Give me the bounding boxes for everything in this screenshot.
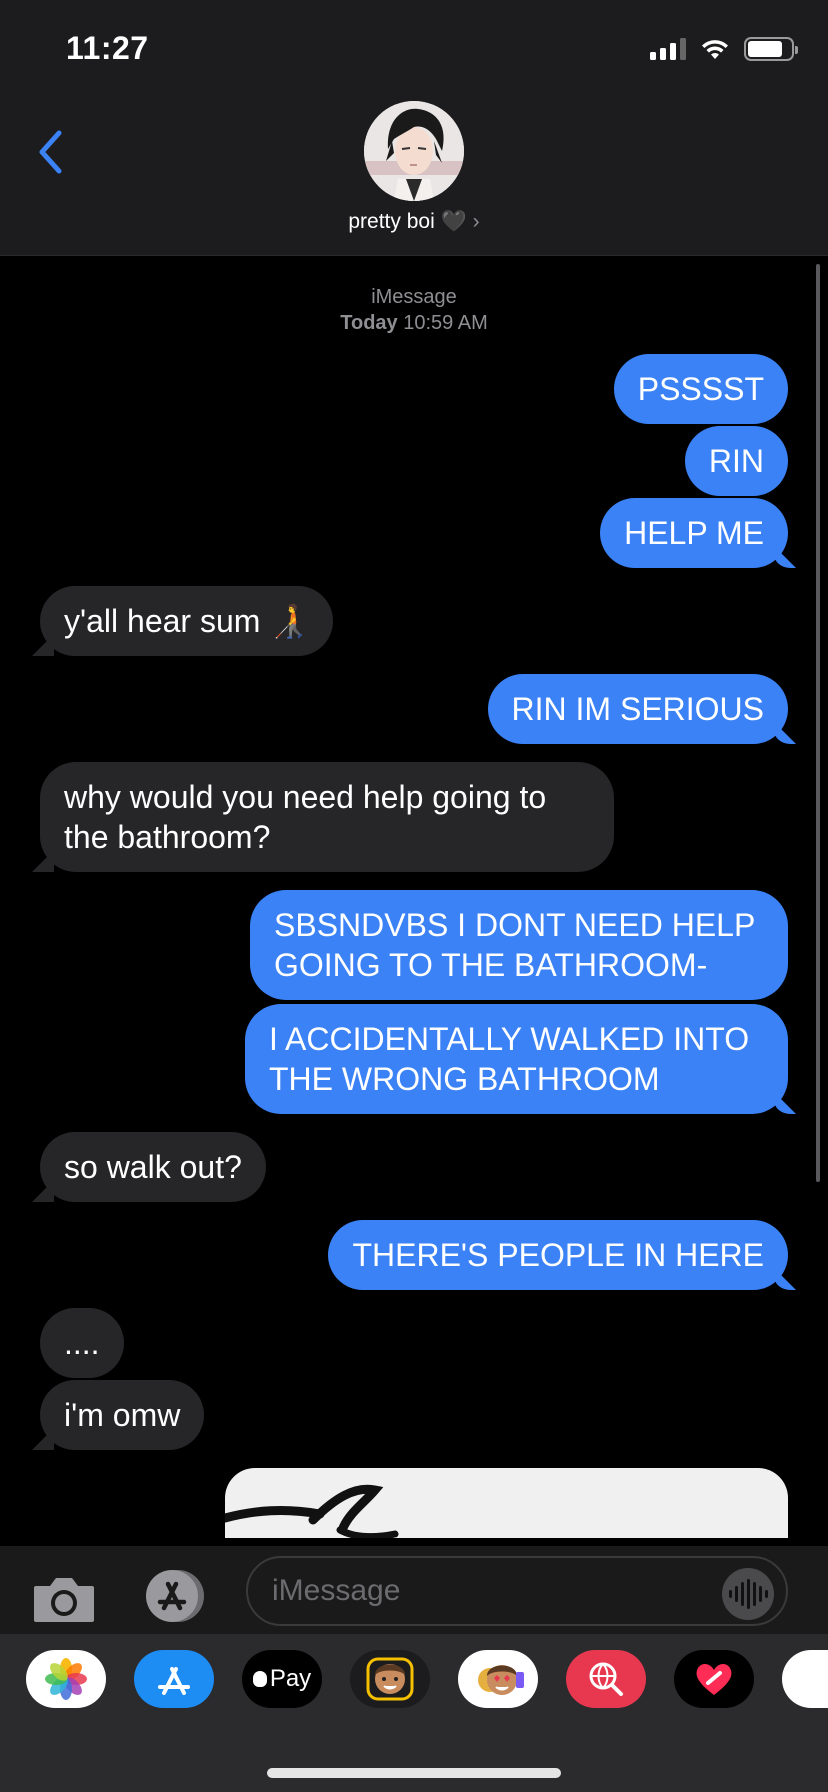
conversation-meta: iMessage Today 10:59 AM — [0, 284, 828, 336]
app-store-glyph — [158, 1667, 190, 1695]
compose-bar — [0, 1546, 828, 1634]
apple-pay-label: Pay — [269, 1665, 312, 1692]
contact-name-button[interactable]: pretty boi 🖤 › — [0, 210, 828, 234]
imessage-app-drawer: Pay — [0, 1634, 828, 1792]
message-sent[interactable]: RIN — [684, 426, 788, 496]
message-sent[interactable]: I ACCIDENTALLY WALKED INTO THE WRONG BAT… — [245, 1004, 788, 1114]
sketch-image — [225, 1484, 399, 1538]
app-store-drawer-button[interactable] — [140, 1568, 210, 1624]
cellular-signal-icon — [650, 38, 686, 60]
message-sent[interactable]: PSSSST — [613, 354, 788, 424]
message-received[interactable]: y'all hear sum 🧑‍🦯 — [40, 586, 334, 656]
status-icons — [650, 36, 798, 62]
message-received[interactable]: why would you need help going to the bat… — [40, 762, 614, 872]
memoji-app-icon[interactable] — [350, 1650, 430, 1708]
camera-button[interactable] — [32, 1574, 96, 1624]
audio-message-button[interactable] — [722, 1568, 774, 1620]
apple-pay-app-icon[interactable]: Pay — [242, 1650, 322, 1708]
wifi-icon — [702, 40, 728, 59]
service-label: iMessage — [371, 286, 457, 308]
globe-search-icon — [589, 1662, 623, 1696]
status-time: 11:27 — [66, 30, 149, 66]
conversation-header: 11:27 pretty boi 🖤 › — [0, 0, 828, 256]
chevron-left-icon — [39, 130, 62, 174]
photos-app-icon[interactable] — [26, 1650, 106, 1708]
message-sent[interactable]: THERE'S PEOPLE IN HERE — [328, 1220, 788, 1290]
timestamp-time: 10:59 AM — [403, 312, 488, 334]
contact-avatar[interactable] — [364, 101, 464, 201]
avatar-illustration — [364, 101, 464, 201]
app-store-app-icon[interactable] — [134, 1650, 214, 1708]
app-store-icon — [146, 1570, 204, 1622]
battery-icon — [744, 37, 798, 61]
message-received[interactable]: .... — [40, 1308, 124, 1378]
memoji-face-icon — [366, 1657, 414, 1701]
home-indicator[interactable] — [267, 1768, 561, 1778]
back-button[interactable] — [30, 128, 70, 176]
more-apps-icon[interactable] — [782, 1650, 828, 1708]
message-received[interactable]: i'm omw — [40, 1380, 205, 1450]
apple-logo-icon — [252, 1671, 267, 1687]
camera-icon — [34, 1578, 94, 1622]
images-search-app-icon[interactable] — [566, 1650, 646, 1708]
digital-touch-app-icon[interactable] — [674, 1650, 754, 1708]
message-sent[interactable]: HELP ME — [600, 498, 788, 568]
black-heart-emoji: 🖤 — [440, 210, 467, 233]
message-sent[interactable]: SBSNDVBS I DONT NEED HELP GOING TO THE B… — [250, 890, 788, 1000]
contact-name: pretty boi — [348, 210, 435, 233]
chevron-right-icon: › — [472, 210, 480, 233]
image-attachment[interactable] — [225, 1468, 788, 1538]
message-received[interactable]: so walk out? — [40, 1132, 266, 1202]
photos-flower-icon — [45, 1658, 87, 1700]
scrollbar[interactable] — [816, 264, 820, 1182]
memoji-stickers-face-icon — [478, 1665, 524, 1695]
message-input[interactable] — [246, 1556, 788, 1626]
message-sent[interactable]: RIN IM SERIOUS — [487, 674, 788, 744]
memoji-stickers-app-icon[interactable] — [458, 1650, 538, 1708]
timestamp-day: Today — [340, 312, 398, 334]
heart-touch-icon — [696, 1664, 732, 1695]
